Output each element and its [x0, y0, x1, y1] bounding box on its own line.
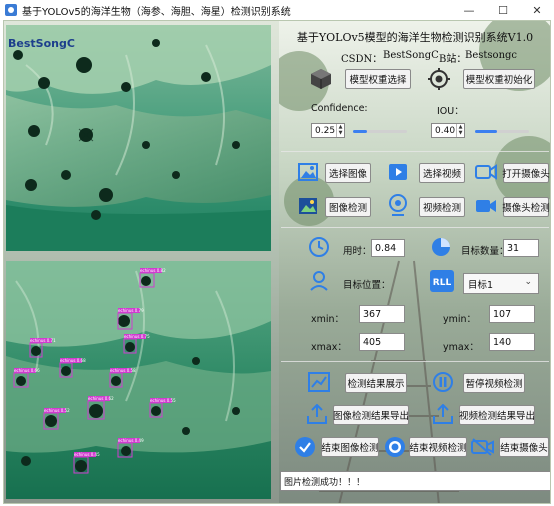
count-label: 目标数量： — [461, 246, 509, 257]
detection-label: echinus 0.62 — [88, 396, 114, 401]
divider — [281, 151, 549, 152]
detection-label: echinus 0.52 — [44, 408, 70, 413]
select-image-button[interactable]: 选择图像 — [325, 163, 371, 183]
target-select-value: 目标1 — [468, 279, 494, 291]
picture-detect-icon — [297, 195, 319, 217]
upload-icon — [431, 403, 455, 425]
original-image-view: BestSongC — [6, 25, 271, 251]
camera-detect-button[interactable]: 摄像头检测 — [502, 197, 550, 217]
export-video-results-button[interactable]: 视频检测结果导出 — [459, 405, 535, 425]
minimize-button[interactable]: — — [452, 0, 486, 20]
detection-label: echinus 0.79 — [118, 308, 144, 313]
upload-icon — [305, 403, 329, 425]
original-underwater-image — [6, 25, 271, 251]
svg-text:RLL: RLL — [433, 278, 452, 288]
webcam-icon — [387, 193, 409, 217]
xmax-field[interactable]: 405 — [359, 333, 405, 351]
status-bar: 图片检测成功！！！ — [280, 471, 550, 491]
clock-icon — [307, 235, 331, 259]
close-button[interactable]: ✕ — [520, 0, 554, 20]
video-file-icon — [387, 161, 409, 183]
pause-video-button[interactable]: 暂停视频检测 — [463, 373, 525, 393]
end-camera-button[interactable]: 结束摄像头 — [499, 437, 549, 457]
detection-label: echinus 0.55 — [150, 398, 176, 403]
detection-result-image: echinus 0.82 echinus 0.79 echinus 0.75 echi… — [6, 261, 271, 499]
pause-icon — [431, 371, 455, 393]
divider — [281, 361, 549, 362]
time-field[interactable]: 0.84 — [371, 239, 405, 257]
iou-slider[interactable] — [475, 124, 529, 138]
app-title: 基于YOLOv5模型的海洋生物检测识别系统V1.0 — [296, 31, 534, 44]
detection-label: echinus 0.75 — [124, 334, 150, 339]
title-bar: 基于YOLOv5的海洋生物（海参、海胆、海星）检测识别系统 — ☐ ✕ — [0, 0, 554, 20]
cube-icon — [309, 67, 333, 91]
bilibili-value: Bestsongc — [465, 50, 518, 61]
video-camera-icon — [475, 195, 497, 217]
control-panel: 基于YOLOv5模型的海洋生物检测识别系统V1.0 CSDN： BestSong… — [279, 21, 550, 503]
settings-target-icon — [427, 67, 451, 91]
xmin-label: xmin： — [311, 314, 345, 325]
detection-label: echinus 0.68 — [60, 358, 86, 363]
maximize-button[interactable]: ☐ — [486, 0, 520, 20]
select-video-button[interactable]: 选择视频 — [419, 163, 465, 183]
ymin-label: ymin： — [443, 314, 477, 325]
image-icon — [297, 161, 319, 183]
time-label: 用时： — [343, 246, 372, 257]
confidence-spinbox[interactable]: 0.25 ▲ ▼ — [311, 123, 345, 138]
position-label: 目标位置： — [343, 280, 391, 291]
location-person-icon — [307, 269, 331, 293]
ymin-field[interactable]: 107 — [489, 305, 535, 323]
rll-logo-icon: RLL — [429, 269, 455, 293]
show-results-button[interactable]: 检测结果展示 — [345, 373, 407, 393]
main-window: BestSongC echinus 0.82 echinus 0.79 echi… — [3, 20, 551, 504]
stop-circle-icon — [383, 435, 407, 459]
watermark: BestSongC — [8, 37, 75, 50]
background-photo — [279, 21, 550, 503]
detection-label: echinus 0.82 — [140, 268, 166, 273]
detection-label: echinus 0.49 — [118, 438, 144, 443]
camera-off-icon — [471, 435, 495, 459]
export-image-results-button[interactable]: 图像检测结果导出 — [333, 405, 409, 425]
app-icon — [5, 4, 17, 16]
xmin-field[interactable]: 367 — [359, 305, 405, 323]
csdn-value: BestSongC — [383, 50, 439, 61]
spin-arrows-icon[interactable]: ▲ ▼ — [456, 124, 464, 137]
check-circle-icon — [293, 435, 317, 459]
detection-label: echinus 0.45 — [74, 452, 100, 457]
ymax-field[interactable]: 140 — [489, 333, 535, 351]
detection-label: echinus 0.66 — [14, 368, 40, 373]
confidence-slider[interactable] — [353, 124, 407, 138]
end-image-detect-button[interactable]: 结束图像检测 — [321, 437, 379, 457]
image-detect-button[interactable]: 图像检测 — [325, 197, 371, 217]
video-detect-button[interactable]: 视频检测 — [419, 197, 465, 217]
confidence-value: 0.25 — [315, 125, 336, 136]
chevron-down-icon: ⌄ — [524, 277, 532, 287]
detection-label: echinus 0.58 — [110, 368, 136, 373]
divider — [281, 227, 549, 228]
select-weights-button[interactable]: 模型权重选择 — [345, 69, 411, 89]
detection-result-view: echinus 0.82 echinus 0.79 echinus 0.75 echi… — [6, 261, 271, 499]
end-video-detect-button[interactable]: 结束视频检测 — [409, 437, 467, 457]
ymax-label: ymax： — [443, 342, 479, 353]
detection-label: echinus 0.71 — [30, 338, 56, 343]
window-title: 基于YOLOv5的海洋生物（海参、海胆、海星）检测识别系统 — [22, 6, 291, 18]
init-weights-button[interactable]: 模型权重初始化 — [463, 69, 535, 89]
bilibili-label: B站： — [439, 54, 467, 65]
line-chart-icon — [307, 371, 331, 393]
iou-value: 0.40 — [435, 125, 456, 136]
target-select[interactable]: 目标1 ⌄ — [463, 273, 539, 294]
pie-chart-icon — [429, 235, 453, 259]
open-camera-button[interactable]: 打开摄像头 — [502, 163, 550, 183]
csdn-label: CSDN： — [341, 54, 383, 65]
camera-icon — [475, 161, 497, 183]
xmax-label: xmax： — [311, 342, 347, 353]
spin-arrows-icon[interactable]: ▲ ▼ — [336, 124, 344, 137]
confidence-label: Confidence: — [311, 103, 368, 114]
count-field[interactable]: 31 — [503, 239, 539, 257]
iou-spinbox[interactable]: 0.40 ▲ ▼ — [431, 123, 465, 138]
iou-label: IOU： — [437, 106, 464, 117]
